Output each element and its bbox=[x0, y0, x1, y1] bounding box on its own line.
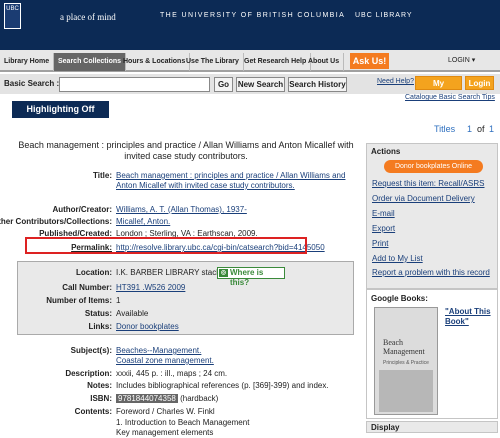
search-history-button[interactable]: Search History bbox=[288, 77, 347, 92]
login-menu[interactable]: LOGIN ▾ bbox=[448, 56, 475, 64]
university-name[interactable]: THE UNIVERSITY OF BRITISH COLUMBIA bbox=[160, 12, 345, 19]
google-books-panel: Google Books: Beach Management Principle… bbox=[366, 289, 498, 419]
links-label: Links: bbox=[88, 322, 112, 331]
cover-photo bbox=[379, 370, 433, 412]
map-marker-icon: ◎ bbox=[219, 269, 228, 277]
login-button[interactable]: Login bbox=[465, 76, 494, 90]
title-value-link[interactable]: Beach management : principles and practi… bbox=[116, 171, 361, 191]
site-banner: UBC a place of mind THE UNIVERSITY OF BR… bbox=[0, 0, 500, 50]
location-label: Location: bbox=[76, 268, 112, 277]
call-number-label: Call Number: bbox=[62, 283, 112, 292]
current-page: 1 bbox=[467, 124, 473, 134]
ubc-crest-logo[interactable]: UBC bbox=[4, 3, 21, 29]
total-pages: 1 bbox=[489, 124, 495, 134]
where-is-this-button[interactable]: ◎ Where is this? bbox=[217, 267, 285, 287]
display-heading: Display bbox=[371, 423, 400, 432]
titles-label: Titles bbox=[434, 124, 456, 134]
need-help-link[interactable]: Need Help? bbox=[377, 78, 414, 85]
status-label: Status: bbox=[84, 309, 112, 318]
document-delivery-link[interactable]: Order via Document Delivery bbox=[372, 194, 475, 203]
my-account-button[interactable]: My Account bbox=[415, 76, 462, 102]
title-label: Title: bbox=[93, 171, 112, 180]
cover-title: Beach Management bbox=[383, 338, 425, 356]
nav-hours-locations[interactable]: Hours & Locations bbox=[119, 53, 191, 71]
other-contributor-link[interactable]: Micallef, Anton. bbox=[116, 217, 361, 227]
contents-line: 1. Introduction to Beach Management bbox=[116, 418, 250, 427]
about-this-book-link[interactable]: "About This Book" bbox=[445, 307, 493, 327]
go-button[interactable]: Go bbox=[214, 77, 233, 92]
basic-search-input[interactable] bbox=[59, 77, 210, 92]
of-label: of bbox=[477, 124, 485, 134]
display-panel: Display bbox=[366, 421, 498, 433]
status-value: Available bbox=[116, 309, 149, 318]
library-name[interactable]: UBC LIBRARY bbox=[355, 12, 413, 19]
author-link[interactable]: Williams, A. T. (Allan Thomas), 1937- bbox=[116, 205, 361, 215]
main-nav: Library Home Search Collections Hours & … bbox=[0, 50, 500, 72]
description-value: xxxii, 445 p. : ill., maps ; 24 cm. bbox=[116, 369, 228, 378]
notes-label: Notes: bbox=[87, 381, 112, 390]
number-of-items-value: 1 bbox=[116, 296, 121, 305]
actions-heading: Actions bbox=[371, 147, 401, 156]
contents-label: Contents: bbox=[74, 407, 112, 416]
permalink-highlight-box bbox=[25, 237, 307, 254]
ask-us-button[interactable]: Ask Us! bbox=[350, 53, 389, 69]
actions-panel: Actions Donor bookplates Online Request … bbox=[366, 143, 498, 289]
nav-use-the-library[interactable]: Use The Library bbox=[182, 53, 244, 71]
notes-value: Includes bibliographical references (p. … bbox=[116, 381, 329, 390]
google-books-heading: Google Books: bbox=[371, 294, 428, 303]
cover-subtitle: Principles & Practice bbox=[383, 360, 429, 366]
book-cover-image[interactable]: Beach Management Principles & Practice bbox=[374, 307, 438, 415]
crest-text: UBC bbox=[6, 6, 19, 12]
subjects-label: Subject(s): bbox=[70, 346, 112, 355]
print-link[interactable]: Print bbox=[372, 239, 388, 248]
new-search-button[interactable]: New Search bbox=[236, 77, 285, 92]
highlighting-off-button[interactable]: Highlighting Off bbox=[12, 101, 109, 118]
other-contributors-label: Other Contributors/Collections: bbox=[0, 217, 112, 226]
basic-search-label: Basic Search : bbox=[4, 79, 60, 88]
record-title: Beach management : principles and practi… bbox=[18, 140, 354, 161]
contents-line: Foreword / Charles W. Finkl bbox=[116, 407, 215, 416]
add-to-my-list-link[interactable]: Add to My List bbox=[372, 254, 423, 263]
search-tips-link[interactable]: Catalogue Basic Search Tips bbox=[405, 94, 495, 101]
author-label: Author/Creator: bbox=[52, 205, 112, 214]
nav-get-research-help[interactable]: Get Research Help bbox=[240, 53, 312, 71]
number-of-items-label: Number of Items: bbox=[46, 296, 112, 305]
donor-bookplates-link[interactable]: Donor bookplates bbox=[116, 322, 361, 332]
isbn-suffix: (hardback) bbox=[180, 394, 219, 403]
nav-library-home[interactable]: Library Home bbox=[0, 53, 55, 71]
report-problem-link[interactable]: Report a problem with this record bbox=[372, 268, 490, 277]
subject-link[interactable]: Beaches--Management. bbox=[116, 346, 361, 356]
export-link[interactable]: Export bbox=[372, 224, 395, 233]
donor-bookplates-online-button[interactable]: Donor bookplates Online bbox=[384, 160, 483, 173]
isbn-label: ISBN: bbox=[90, 394, 112, 403]
email-link[interactable]: E-mail bbox=[372, 209, 395, 218]
isbn-value: 9781844074358 bbox=[116, 394, 178, 403]
nav-about-us[interactable]: About Us bbox=[304, 53, 345, 71]
subject-link[interactable]: Coastal zone management. bbox=[116, 356, 361, 366]
tagline: a place of mind bbox=[60, 12, 116, 22]
request-item-link[interactable]: Request this item: Recall/ASRS bbox=[372, 179, 485, 188]
nav-search-collections[interactable]: Search Collections bbox=[54, 53, 127, 71]
description-label: Description: bbox=[65, 369, 112, 378]
